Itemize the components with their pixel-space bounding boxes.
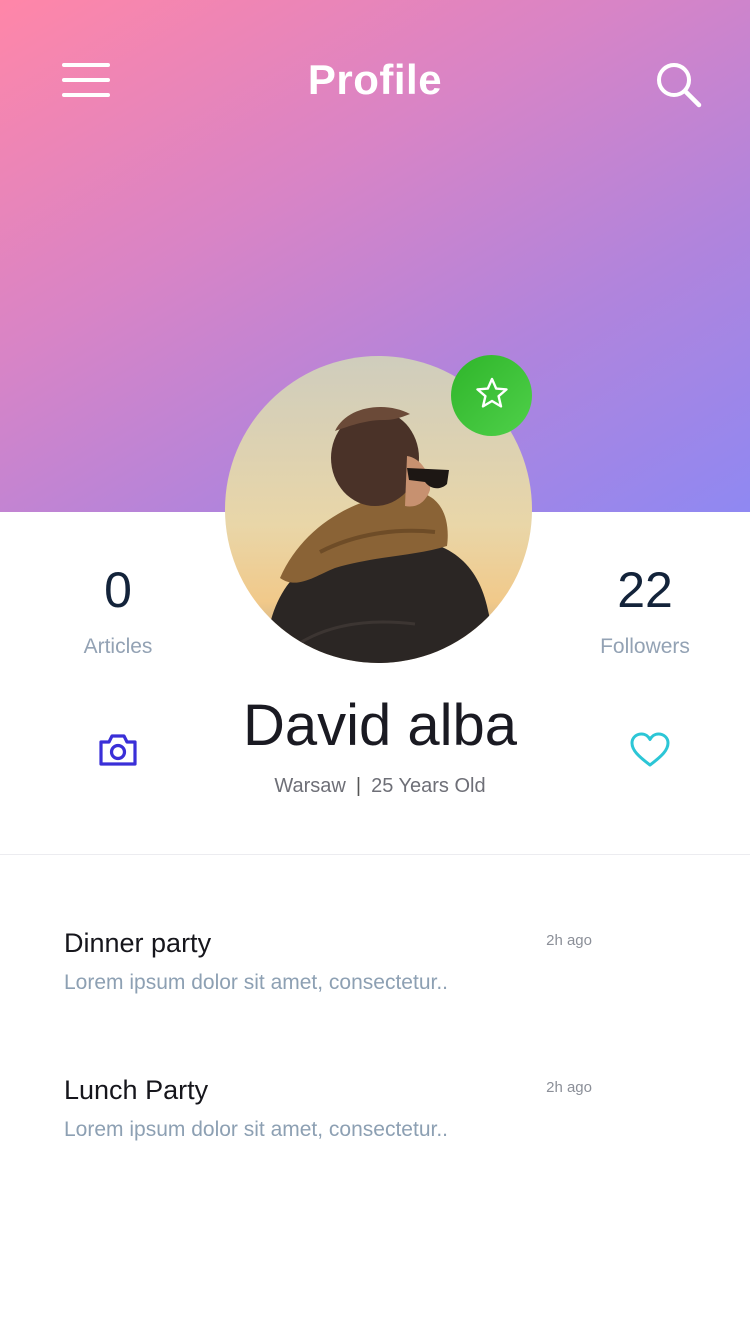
section-divider [0,854,750,855]
search-icon[interactable] [652,58,704,110]
post-time: 2h ago [546,1079,592,1096]
post-time: 2h ago [546,932,592,949]
post-item[interactable]: Dinner party 2h ago Lorem ipsum dolor si… [64,926,604,997]
heart-icon[interactable] [628,730,672,770]
profile-meta: Warsaw | 25 Years Old [0,772,750,800]
followers-stat[interactable]: 22 Followers [555,560,735,660]
page-title: Profile [307,56,443,103]
articles-stat[interactable]: 0 Articles [28,560,208,660]
post-title: Lunch Party [64,1075,209,1105]
articles-label: Articles [83,635,153,658]
followers-label: Followers [600,635,690,658]
post-title: Dinner party [64,928,212,958]
meta-separator: | [355,775,362,797]
star-badge[interactable] [451,355,532,436]
post-excerpt: Lorem ipsum dolor sit amet, consectetur.… [64,1118,448,1141]
star-icon [475,376,509,415]
followers-count: 22 [617,562,673,618]
post-excerpt: Lorem ipsum dolor sit amet, consectetur.… [64,971,448,994]
post-item[interactable]: Lunch Party 2h ago Lorem ipsum dolor sit… [64,1073,604,1144]
profile-city: Warsaw [274,775,346,797]
profile-age: 25 Years Old [371,775,486,797]
articles-count: 0 [104,562,132,618]
